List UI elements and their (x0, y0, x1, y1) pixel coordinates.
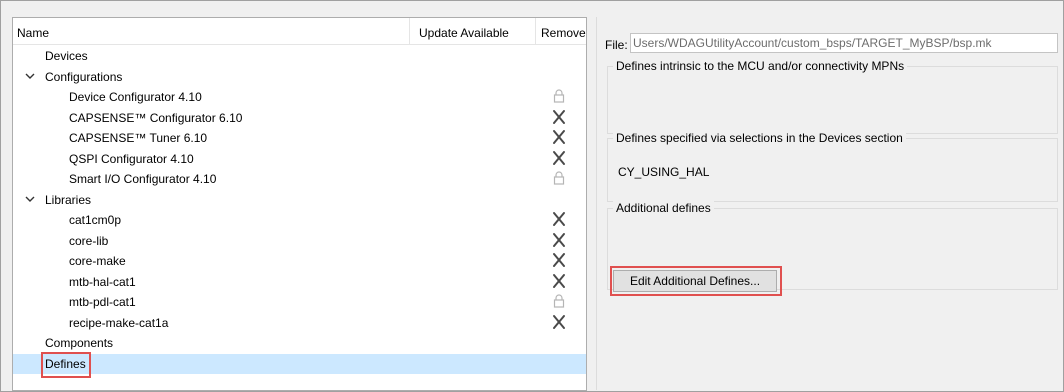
tree-row-label: Device Configurator 4.10 (69, 90, 202, 104)
tree-row-label: mtb-pdl-cat1 (69, 295, 136, 309)
column-header-remove[interactable]: Remove (541, 25, 586, 41)
chevron-down-icon[interactable] (24, 193, 36, 205)
remove-x-icon[interactable] (552, 150, 566, 166)
remove-x-icon[interactable] (552, 109, 566, 125)
lock-icon (553, 89, 565, 103)
intrinsic-defines-title: Defines intrinsic to the MCU and/or conn… (613, 58, 908, 74)
devices-defines-value: CY_USING_HAL (618, 165, 710, 179)
column-header-update-available[interactable]: Update Available (419, 25, 509, 41)
lock-icon (553, 171, 565, 185)
tree-row-configurations[interactable]: Configurations (13, 67, 586, 87)
tree-row-label: cat1cm0p (69, 213, 122, 227)
tree-row-cat1cm0p[interactable]: cat1cm0p (13, 210, 586, 230)
file-label: File: (605, 38, 628, 52)
tree-row-label: mtb-hal-cat1 (69, 274, 136, 289)
remove-x-icon[interactable] (552, 232, 566, 248)
tree-row-mtb-pdl-cat1[interactable]: mtb-pdl-cat1 (13, 292, 586, 312)
tree-row-mtb-hal-cat1[interactable]: mtb-hal-cat1 (13, 272, 586, 292)
tree-row-libraries[interactable]: Libraries (13, 190, 586, 210)
remove-x-icon[interactable] (552, 129, 566, 145)
tree-row-label: Smart I/O Configurator 4.10 (69, 172, 217, 186)
tree-row-defines[interactable]: Defines (13, 353, 586, 374)
tree-row-label: core-lib (69, 233, 109, 248)
tree-row-label: core-make (69, 254, 126, 268)
tree-row-components[interactable]: Components (13, 333, 586, 353)
tree-row-qspi-configurator-4-10[interactable]: QSPI Configurator 4.10 (13, 149, 586, 169)
defines-details-panel: File: Users/WDAGUtilityAccount/custom_bs… (596, 17, 1063, 390)
tree-row-label: Configurations (45, 69, 123, 84)
remove-x-icon[interactable] (552, 314, 566, 330)
lock-icon (553, 294, 565, 308)
tree-row-core-lib[interactable]: core-lib (13, 231, 586, 251)
tree-row-label: Defines (45, 356, 86, 371)
tree-row-label: Devices (45, 49, 88, 63)
remove-x-icon[interactable] (552, 211, 566, 227)
tree-row-core-make[interactable]: core-make (13, 251, 586, 271)
tree-row-devices[interactable]: Devices (13, 46, 586, 66)
tree-row-label: Libraries (45, 192, 92, 207)
bsp-tree-panel: Name Update Available Remove Devices Conf… (12, 17, 587, 391)
devices-defines-title: Defines specified via selections in the … (613, 130, 906, 146)
remove-x-icon[interactable] (552, 273, 566, 289)
file-path-field[interactable]: Users/WDAGUtilityAccount/custom_bsps/TAR… (630, 33, 1058, 53)
tree-row-label: CAPSENSE™ Configurator 6.10 (69, 110, 243, 125)
tree-row-recipe-make-cat1a[interactable]: recipe-make-cat1a (13, 313, 586, 333)
column-header-name[interactable]: Name (17, 25, 49, 41)
tree-row-capsense-configurator-6-10[interactable]: CAPSENSE™ Configurator 6.10 (13, 108, 586, 128)
tree-row-label: QSPI Configurator 4.10 (69, 151, 194, 166)
tree-row-device-configurator-4-10[interactable]: Device Configurator 4.10 (13, 87, 586, 107)
additional-defines-title: Additional defines (613, 200, 714, 216)
devices-defines-group: Defines specified via selections in the … (607, 130, 1058, 202)
column-divider[interactable] (409, 18, 410, 44)
edit-additional-defines-button[interactable]: Edit Additional Defines... (613, 270, 777, 292)
remove-x-icon[interactable] (552, 252, 566, 268)
tree-row-capsense-tuner-6-10[interactable]: CAPSENSE™ Tuner 6.10 (13, 128, 586, 148)
column-divider[interactable] (535, 18, 536, 44)
tree-row-label: recipe-make-cat1a (69, 315, 169, 330)
tree-row-smart-i-o-configurator-4-10[interactable]: Smart I/O Configurator 4.10 (13, 169, 586, 189)
tree-row-label: Components (45, 336, 114, 350)
intrinsic-defines-group: Defines intrinsic to the MCU and/or conn… (607, 58, 1058, 134)
tree-header: Name Update Available Remove (13, 18, 586, 45)
chevron-down-icon[interactable] (24, 70, 36, 82)
tree-row-label: CAPSENSE™ Tuner 6.10 (69, 131, 208, 145)
